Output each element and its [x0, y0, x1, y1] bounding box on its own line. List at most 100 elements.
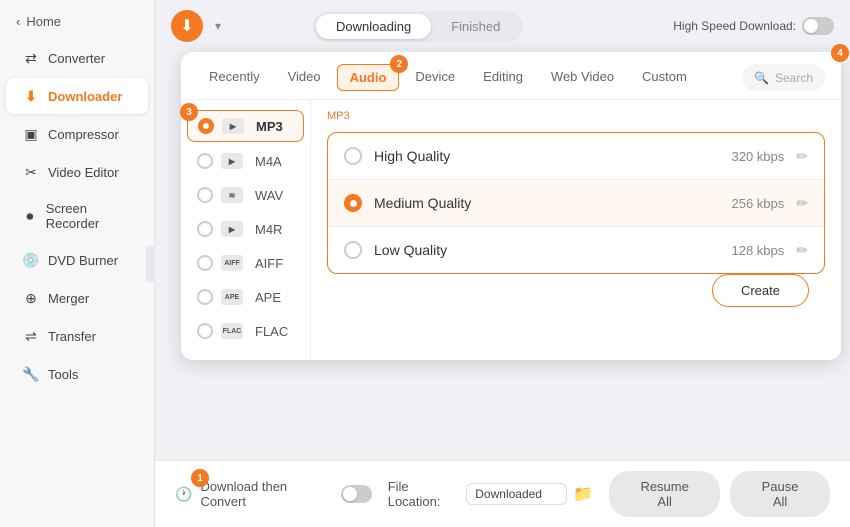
sidebar-item-converter[interactable]: ⇄ Converter	[6, 40, 148, 76]
sidebar-item-tools[interactable]: 🔧 Tools	[6, 356, 148, 392]
quality-low-label: Low Quality	[374, 242, 732, 258]
topbar: ⬇ ▾ Downloading Finished High Speed Down…	[155, 0, 850, 52]
flac-label: FLAC	[255, 324, 288, 339]
search-icon: 🔍	[754, 71, 769, 85]
tab-downloading[interactable]: Downloading	[316, 14, 431, 39]
quality-high-label: High Quality	[374, 148, 732, 164]
tools-icon: 🔧	[22, 365, 40, 383]
quality-medium-kbps: 256 kbps	[732, 196, 785, 211]
sidebar-item-home[interactable]: ‹ Home	[0, 8, 154, 39]
format-m4a[interactable]: ▶ M4A	[181, 144, 310, 178]
video-editor-label: Video Editor	[48, 165, 119, 180]
format-list: ▶ MP3 3 ▶ M4A ≋ WAV	[181, 100, 311, 360]
badge-4: 4	[831, 44, 849, 62]
badge-3: 3	[180, 103, 198, 121]
format-m4r[interactable]: ▶ M4R	[181, 212, 310, 246]
quality-low-kbps: 128 kbps	[732, 243, 785, 258]
format-dropdown: Recently Video Audio 2 Device Editing We…	[181, 52, 841, 360]
quality-high[interactable]: High Quality 320 kbps ✏	[328, 133, 824, 180]
quality-medium-edit-icon[interactable]: ✏	[796, 195, 808, 212]
video-editor-icon: ✂	[22, 163, 40, 181]
tab-finished[interactable]: Finished	[431, 14, 520, 39]
main-content: ⬇ ▾ Downloading Finished High Speed Down…	[155, 0, 850, 527]
format-tab-web-video[interactable]: Web Video	[539, 64, 626, 91]
sidebar-item-video-editor[interactable]: ✂ Video Editor	[6, 154, 148, 190]
format-tab-device[interactable]: Device	[403, 64, 467, 91]
create-button[interactable]: Create	[712, 274, 809, 307]
wav-radio	[197, 187, 213, 203]
downloader-icon: ⬇	[22, 87, 40, 105]
sidebar-item-compressor[interactable]: ▣ Compressor	[6, 116, 148, 152]
quality-high-edit-icon[interactable]: ✏	[796, 148, 808, 165]
high-speed-toggle[interactable]	[802, 17, 834, 35]
downloader-label: Downloader	[48, 89, 122, 104]
home-label: Home	[26, 14, 61, 29]
quality-high-kbps: 320 kbps	[732, 149, 785, 164]
transfer-label: Transfer	[48, 329, 96, 344]
format-ape[interactable]: APE APE	[181, 280, 310, 314]
folder-icon[interactable]: 📁	[573, 484, 593, 504]
converter-icon: ⇄	[22, 49, 40, 67]
download-convert-toggle[interactable]	[341, 485, 372, 503]
quality-medium[interactable]: Medium Quality 256 kbps ✏	[328, 180, 824, 227]
topbar-caret-icon: ▾	[215, 19, 221, 33]
dvd-burner-label: DVD Burner	[48, 253, 118, 268]
screen-recorder-label: Screen Recorder	[46, 201, 132, 231]
compressor-label: Compressor	[48, 127, 119, 142]
format-tab-audio[interactable]: Audio 2	[337, 64, 400, 91]
m4a-radio	[197, 153, 213, 169]
aiff-label: AIFF	[255, 256, 283, 271]
file-location-select[interactable]: Downloaded	[466, 483, 567, 505]
tools-label: Tools	[48, 367, 78, 382]
m4a-icon: ▶	[221, 153, 243, 169]
clock-icon: 🕐	[175, 486, 192, 503]
download-convert-label: Download then Convert	[200, 479, 332, 509]
flac-radio	[197, 323, 213, 339]
tab-group: Downloading Finished	[313, 11, 523, 42]
ape-radio	[197, 289, 213, 305]
format-tab-editing[interactable]: Editing	[471, 64, 535, 91]
m4r-label: M4R	[255, 222, 282, 237]
mp3-icon: ▶	[222, 118, 244, 134]
quality-low-edit-icon[interactable]: ✏	[796, 242, 808, 259]
format-mp3[interactable]: ▶ MP3 3	[187, 110, 304, 142]
wav-label: WAV	[255, 188, 283, 203]
sidebar-item-downloader[interactable]: ⬇ Downloader	[6, 78, 148, 114]
app-logo: ⬇	[171, 10, 203, 42]
quality-panel: MP3 High Quality 320 kbps ✏ Medium Qu	[311, 100, 841, 360]
format-tab-custom[interactable]: Custom	[630, 64, 699, 91]
wav-icon: ≋	[221, 187, 243, 203]
sidebar-item-merger[interactable]: ⊕ Merger	[6, 280, 148, 316]
format-tab-video[interactable]: Video	[276, 64, 333, 91]
resume-all-button[interactable]: Resume All	[609, 471, 720, 517]
format-flac[interactable]: FLAC FLAC	[181, 314, 310, 348]
flac-icon: FLAC	[221, 323, 243, 339]
aiff-radio	[197, 255, 213, 271]
chevron-left-icon: ‹	[16, 14, 20, 29]
quality-medium-radio	[344, 194, 362, 212]
action-buttons: Resume All Pause All	[609, 471, 830, 517]
aiff-icon: AIFF	[221, 255, 243, 271]
ape-label: APE	[255, 290, 281, 305]
compressor-icon: ▣	[22, 125, 40, 143]
file-location-label: File Location:	[388, 479, 461, 509]
badge-1: 1	[191, 469, 209, 487]
sidebar-item-transfer[interactable]: ⇌ Transfer	[6, 318, 148, 354]
screen-recorder-icon: ⏺	[22, 207, 38, 225]
format-aiff[interactable]: AIFF AIFF	[181, 246, 310, 280]
mp3-label: MP3	[256, 119, 283, 134]
sidebar-item-screen-recorder[interactable]: ⏺ Screen Recorder	[6, 192, 148, 240]
sidebar: ‹ Home ⇄ Converter ⬇ Downloader ▣ Compre…	[0, 0, 155, 527]
m4a-label: M4A	[255, 154, 282, 169]
sidebar-item-dvd-burner[interactable]: 💿 DVD Burner	[6, 242, 148, 278]
quality-low[interactable]: Low Quality 128 kbps ✏	[328, 227, 824, 273]
format-tab-recently[interactable]: Recently	[197, 64, 272, 91]
quality-options: High Quality 320 kbps ✏ Medium Quality 2…	[327, 132, 825, 274]
search-box[interactable]: 🔍 Search 4	[742, 64, 825, 91]
format-tab-bar: Recently Video Audio 2 Device Editing We…	[181, 52, 841, 100]
format-wav[interactable]: ≋ WAV	[181, 178, 310, 212]
bottom-bar: 🕐 Download then Convert 1 File Location:…	[155, 460, 850, 527]
pause-all-button[interactable]: Pause All	[730, 471, 830, 517]
mp3-radio	[198, 118, 214, 134]
download-convert-section: 🕐 Download then Convert 1	[175, 479, 372, 509]
